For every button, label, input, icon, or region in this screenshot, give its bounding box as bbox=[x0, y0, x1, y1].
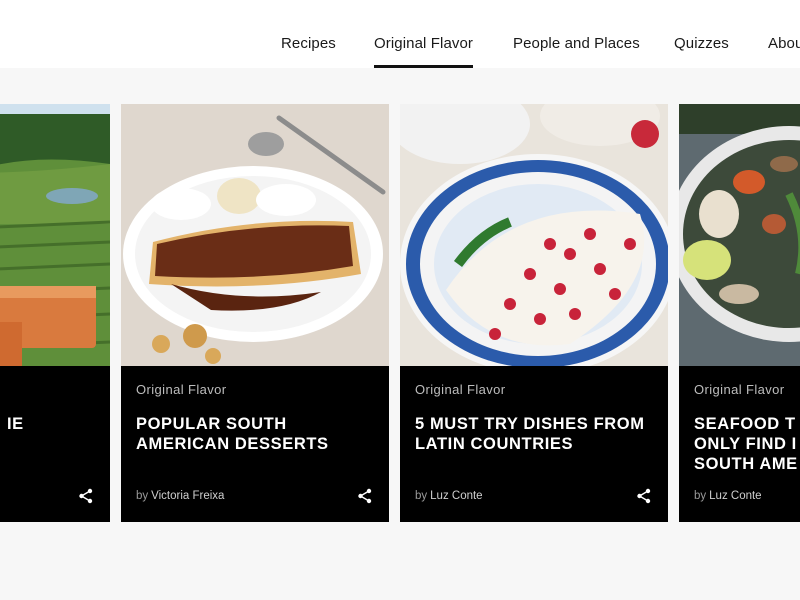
article-title-line: SOUTH AME bbox=[694, 455, 798, 473]
nav-original-flavor[interactable]: Original Flavor bbox=[374, 35, 474, 68]
share-icon[interactable] bbox=[357, 488, 373, 504]
article-text: Original Flavor POPULAR SOUTH AMERICAN D… bbox=[121, 366, 389, 522]
article-title-line: ONLY FIND I bbox=[694, 435, 797, 453]
article-author[interactable]: Luz Conte bbox=[430, 490, 482, 502]
byline-prefix: by bbox=[694, 490, 707, 502]
article-title: 5 MUST TRY DISHES FROM LATIN COUNTRIES bbox=[415, 414, 655, 454]
article-image-vineyard bbox=[0, 104, 110, 366]
nav-about[interactable]: Abou bbox=[768, 35, 800, 52]
article-byline: by Luz Conte bbox=[694, 490, 762, 502]
byline-prefix: by bbox=[136, 490, 149, 502]
article-title-line: LATIN COUNTRIES bbox=[415, 435, 574, 453]
article-title-line: IE bbox=[7, 415, 24, 433]
article-carousel: IE Original Flavor POPULAR SOUTH AMERICA… bbox=[0, 104, 800, 524]
article-image-crepes bbox=[121, 104, 389, 366]
share-icon[interactable] bbox=[636, 488, 652, 504]
article-text: Original Flavor SEAFOOD T ONLY FIND I SO… bbox=[679, 366, 800, 522]
article-byline: by Victoria Freixa bbox=[136, 490, 224, 502]
article-category: Original Flavor bbox=[136, 382, 227, 397]
article-title-line: POPULAR SOUTH bbox=[136, 415, 287, 433]
article-title: IE bbox=[0, 414, 97, 434]
article-title: POPULAR SOUTH AMERICAN DESSERTS bbox=[136, 414, 376, 454]
article-byline: by Luz Conte bbox=[415, 490, 483, 502]
nav-recipes[interactable]: Recipes bbox=[281, 35, 336, 52]
article-category: Original Flavor bbox=[415, 382, 506, 397]
nav-people-and-places[interactable]: People and Places bbox=[513, 35, 640, 52]
article-author[interactable]: Luz Conte bbox=[709, 490, 761, 502]
article-text: Original Flavor 5 MUST TRY DISHES FROM L… bbox=[400, 366, 668, 522]
article-category: Original Flavor bbox=[694, 382, 785, 397]
nav-quizzes[interactable]: Quizzes bbox=[674, 35, 729, 52]
article-title-line: 5 MUST TRY DISHES FROM bbox=[415, 415, 645, 433]
article-card[interactable]: Original Flavor POPULAR SOUTH AMERICAN D… bbox=[121, 104, 389, 522]
article-title-line: SEAFOOD T bbox=[694, 415, 796, 433]
byline-prefix: by bbox=[415, 490, 428, 502]
article-title-line: AMERICAN DESSERTS bbox=[136, 435, 329, 453]
article-title: SEAFOOD T ONLY FIND I SOUTH AME bbox=[694, 414, 800, 474]
article-text: IE bbox=[0, 366, 110, 522]
article-author[interactable]: Victoria Freixa bbox=[151, 490, 224, 502]
top-navigation-bar: Recipes Original Flavor People and Place… bbox=[0, 0, 800, 68]
article-image-seafood bbox=[679, 104, 800, 366]
article-card[interactable]: IE bbox=[0, 104, 110, 522]
main-nav: Recipes Original Flavor People and Place… bbox=[0, 0, 800, 68]
article-card[interactable]: Original Flavor SEAFOOD T ONLY FIND I SO… bbox=[679, 104, 800, 522]
article-image-chiles-en-nogada bbox=[400, 104, 668, 366]
share-icon[interactable] bbox=[78, 488, 94, 504]
article-card[interactable]: Original Flavor 5 MUST TRY DISHES FROM L… bbox=[400, 104, 668, 522]
